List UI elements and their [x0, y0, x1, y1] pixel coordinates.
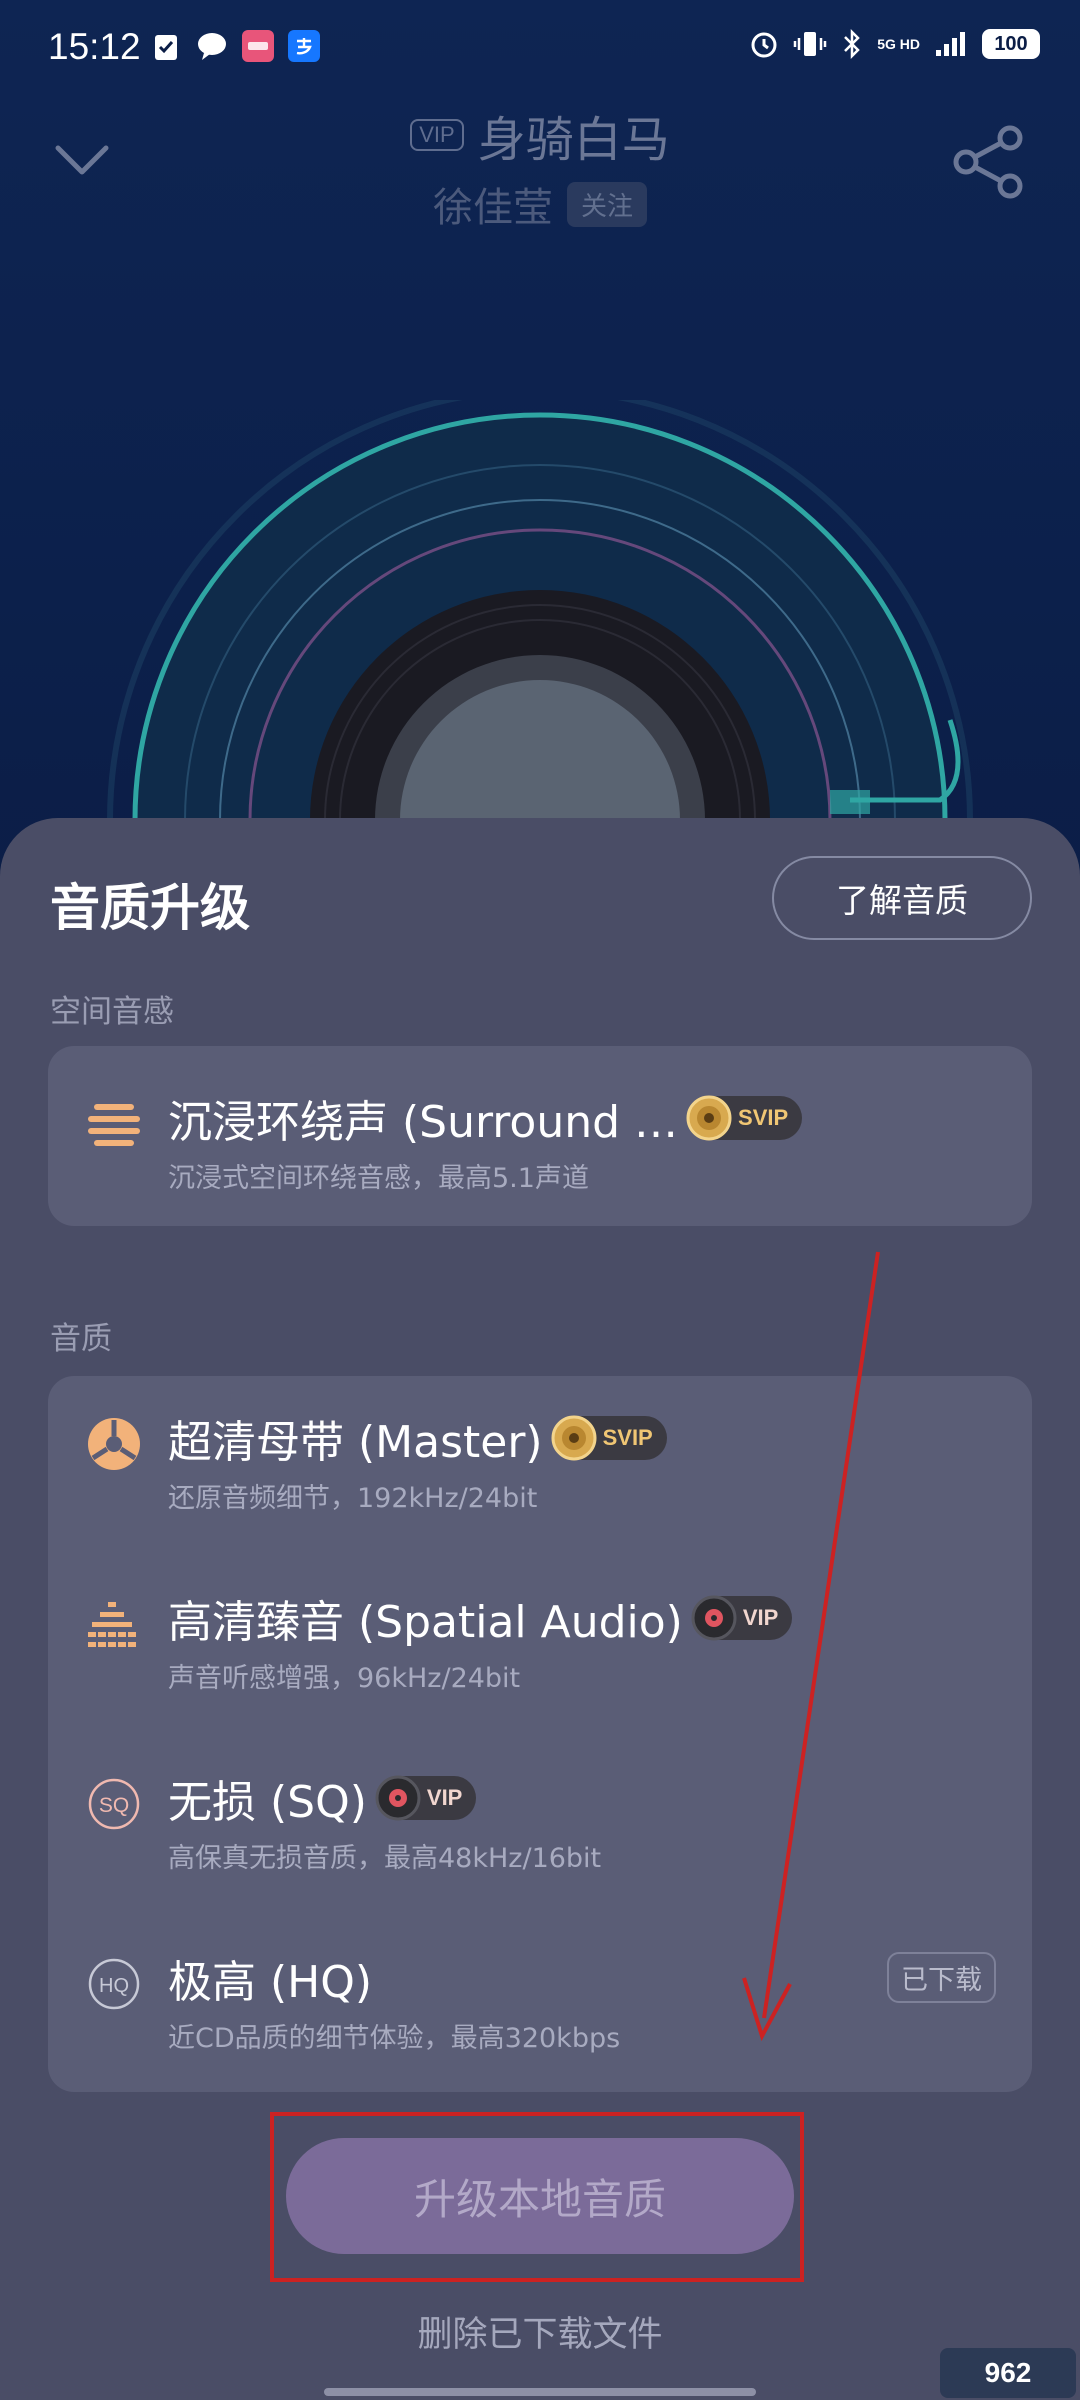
home-indicator[interactable] — [324, 2388, 756, 2396]
chat-icon — [196, 30, 228, 62]
upgrade-local-quality-button[interactable]: 升级本地音质 — [286, 2138, 794, 2254]
svip-badge: SVIP — [686, 1095, 803, 1141]
bluetooth-icon — [844, 28, 860, 60]
artist-row: 徐佳莹 关注 — [0, 175, 1080, 233]
red-disc-icon — [375, 1775, 421, 1821]
option-subtitle: 还原音频细节，192kHz/24bit — [168, 1483, 538, 1514]
option-spatial-audio[interactable]: 高清臻音 (Spatial Audio) VIP 声音听感增强，96kHz/24… — [48, 1556, 1032, 1716]
option-surround[interactable]: 沉浸环绕声 (Surround … SVIP 沉浸式空间环绕音感，最高5.1声道 — [48, 1056, 1032, 1216]
option-subtitle: 高保真无损音质，最高48kHz/16bit — [168, 1843, 602, 1874]
red-disc-icon — [691, 1595, 737, 1641]
quality-card: 超清母带 (Master) SVIP 还原音频细节，192kHz/24bit 高… — [48, 1376, 1032, 2092]
status-time: 15:12 — [48, 26, 141, 67]
spatial-section-label: 空间音感 — [50, 994, 174, 1030]
option-title: 沉浸环绕声 (Surround … — [168, 1097, 679, 1148]
vinyl-record — [90, 400, 990, 830]
option-title: 无损 (SQ) — [168, 1777, 367, 1828]
quality-section-label: 音质 — [50, 1321, 112, 1357]
gold-disc-icon — [686, 1095, 732, 1141]
svip-badge: SVIP — [551, 1415, 667, 1461]
spatial-card: 沉浸环绕声 (Surround … SVIP 沉浸式空间环绕音感，最高5.1声道 — [48, 1046, 1032, 1226]
surround-icon — [88, 1104, 140, 1146]
option-sq[interactable]: SQ 无损 (SQ) VIP 高保真无损音质，最高48kHz/16bit — [48, 1736, 1032, 1896]
option-title: 高清臻音 (Spatial Audio) — [168, 1597, 683, 1648]
vip-badge: VIP — [691, 1595, 793, 1641]
artist-name[interactable]: 徐佳莹 — [433, 175, 553, 233]
follow-button[interactable]: 关注 — [566, 181, 647, 227]
option-master[interactable]: 超清母带 (Master) SVIP 还原音频细节，192kHz/24bit — [48, 1376, 1032, 1536]
master-icon — [88, 1418, 140, 1470]
app-icon — [242, 30, 274, 62]
option-title: 极高 (HQ) — [168, 1957, 373, 2008]
sq-icon: SQ — [88, 1778, 140, 1830]
option-subtitle: 声音听感增强，96kHz/24bit — [168, 1663, 521, 1694]
vip-badge: VIP — [375, 1775, 477, 1821]
alipay-icon — [288, 30, 320, 62]
svg-text:SQ: SQ — [99, 1794, 129, 1817]
song-title-row: VIP 身骑白马 — [0, 100, 1080, 170]
task-icon — [150, 30, 182, 62]
option-title: 超清母带 (Master) — [168, 1417, 543, 1468]
option-hq[interactable]: HQ 极高 (HQ) 已下载 近CD品质的细节体验，最高320kbps — [48, 1916, 1032, 2076]
battery-indicator: 100 — [982, 29, 1040, 59]
learn-quality-button[interactable]: 了解音质 — [772, 856, 1032, 940]
equalizer-icon — [88, 1602, 136, 1647]
sheet-title: 音质升级 — [50, 879, 250, 937]
delete-downloaded-link[interactable]: 删除已下载文件 — [0, 2306, 1080, 2357]
hq-icon: HQ — [88, 1958, 140, 2010]
option-subtitle: 近CD品质的细节体验，最高320kbps — [168, 2023, 621, 2054]
network-label: 5G HD — [877, 35, 920, 52]
alarm-icon — [751, 32, 777, 58]
status-bar: 15:12 5G HD 100 — [0, 0, 1080, 100]
svg-text:HQ: HQ — [99, 1975, 129, 1997]
option-subtitle: 沉浸式空间环绕音感，最高5.1声道 — [168, 1163, 589, 1194]
watermark: 962 — [940, 2348, 1076, 2398]
downloaded-badge: 已下载 — [887, 1952, 996, 2003]
gold-disc-icon — [551, 1415, 597, 1461]
signal-icon — [936, 32, 965, 56]
vibrate-icon — [793, 32, 827, 56]
song-title: 身骑白马 — [477, 112, 670, 168]
vip-tag: VIP — [410, 119, 464, 151]
